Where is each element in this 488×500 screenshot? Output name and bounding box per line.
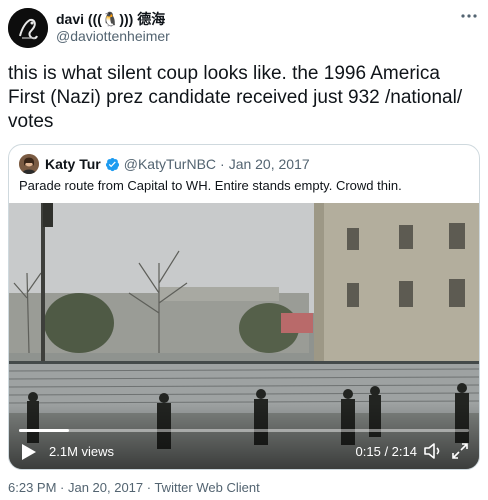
author-display-name[interactable]: davi (((🐧))) 德海 xyxy=(56,9,165,29)
quoted-author-handle[interactable]: @KatyTurNBC xyxy=(124,156,216,172)
meta-separator: · xyxy=(220,156,225,172)
volume-icon[interactable] xyxy=(423,442,443,460)
video-player[interactable]: 2.1M views 0:15 / 2:14 xyxy=(9,203,479,469)
tweet-text: this is what silent coup looks like. the… xyxy=(8,63,463,132)
author-avatar[interactable] xyxy=(8,8,48,48)
more-options-icon[interactable] xyxy=(460,10,478,22)
tweet-timestamp[interactable]: 6:23 PM · Jan 20, 2017 · Twitter Web Cli… xyxy=(8,480,260,495)
video-view-count: 2.1M views xyxy=(49,444,115,459)
quoted-author-name[interactable]: Katy Tur xyxy=(45,156,101,172)
video-progress-fill xyxy=(19,429,70,432)
author-handle[interactable]: @daviottenheimer xyxy=(56,28,170,44)
quoted-author-avatar[interactable] xyxy=(19,154,39,174)
quoted-avatar-icon xyxy=(19,154,39,174)
quoted-tweet-text: Parade route from Capital to WH. Entire … xyxy=(19,178,402,193)
quoted-tweet-card[interactable]: Katy Tur @KatyTurNBC · Jan 20, 2017 Para… xyxy=(8,144,480,470)
play-icon[interactable] xyxy=(21,443,37,461)
video-progress-bar[interactable] xyxy=(19,429,469,432)
fullscreen-icon[interactable] xyxy=(451,442,469,460)
verified-badge-icon xyxy=(105,157,119,171)
avatar-icon xyxy=(8,8,48,48)
video-time: 0:15 / 2:14 xyxy=(355,444,417,459)
quoted-tweet-date[interactable]: Jan 20, 2017 xyxy=(229,156,310,172)
